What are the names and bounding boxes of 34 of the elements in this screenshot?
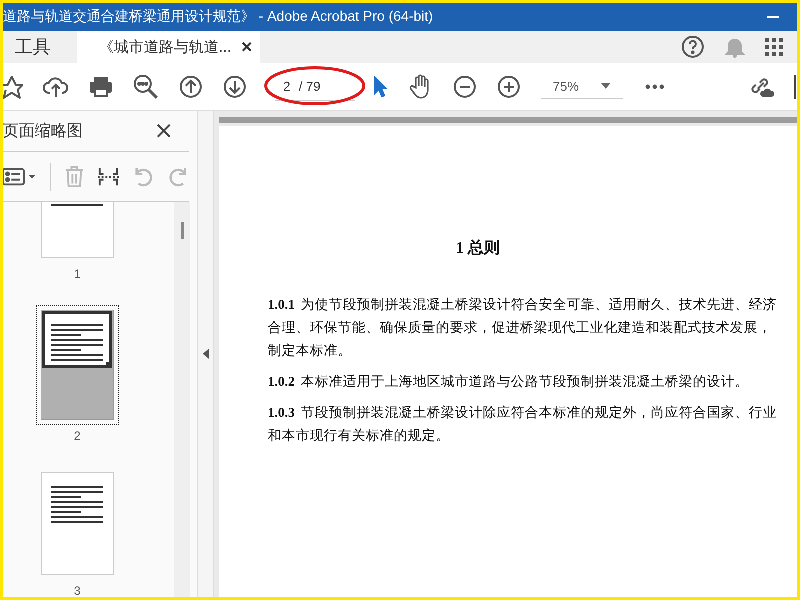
- page-number-input[interactable]: 2: [275, 78, 299, 94]
- zoom-in-icon[interactable]: [497, 74, 521, 98]
- panel-title: 页面缩略图: [3, 122, 83, 142]
- page-thumbnail[interactable]: [41, 472, 114, 575]
- toolbar-edge-icon[interactable]: [794, 74, 797, 98]
- options-menu-icon[interactable]: [3, 168, 36, 186]
- pointer-icon[interactable]: [373, 74, 389, 98]
- caret-icon[interactable]: [601, 83, 612, 89]
- apps-grid-icon[interactable]: [765, 38, 783, 56]
- cloud-upload-icon[interactable]: [43, 74, 69, 98]
- page-number: 1: [74, 267, 81, 281]
- clause-paragraph: 1.0.1 为使节段预制拼装混凝土桥梁设计符合安全可靠、适用耐久、技术先进、经济合理、环保节能、确保质量的要求，促进桥梁现代工业化建造和装配式技术发展，制定本标准。: [268, 296, 778, 360]
- page-thumbnail[interactable]: [41, 310, 114, 420]
- insert-page-icon[interactable]: [98, 166, 119, 188]
- minimize-icon[interactable]: [767, 15, 779, 19]
- collapse-arrow-icon[interactable]: [202, 349, 208, 359]
- page-total: / 79: [299, 78, 321, 94]
- page-number: 3: [74, 584, 81, 597]
- zoom-search-icon[interactable]: [133, 74, 159, 100]
- tab[interactable]: 《城市道路与轨道...: [77, 31, 260, 63]
- page-number: 2: [74, 429, 81, 443]
- tab[interactable]: 工具: [3, 31, 77, 63]
- window-title: 道路与轨道交通合建桥梁通用设计规范》 - Adobe Acrobat Pro (64-bit): [3, 8, 434, 26]
- help-icon[interactable]: [681, 35, 705, 59]
- clause-paragraph: 1.0.3 节段预制拼装混凝土桥梁设计除应符合本标准的规定外，尚应符合国家、行业和本市现行有关标准的规定。: [268, 404, 778, 445]
- zoom-dropdown[interactable]: 75%: [541, 74, 623, 98]
- close-icon[interactable]: [242, 42, 252, 52]
- more-icon[interactable]: [645, 84, 665, 90]
- printer-icon[interactable]: [89, 76, 113, 98]
- section-heading: 1 总则: [455, 238, 501, 259]
- close-icon[interactable]: [157, 124, 171, 138]
- scrollbar[interactable]: [174, 202, 190, 597]
- clause-paragraph: 1.0.2 本标准适用于上海地区城市道路与公路节段预制拼装混凝土桥梁的设计。: [268, 373, 750, 391]
- zoom-out-icon[interactable]: [453, 74, 477, 98]
